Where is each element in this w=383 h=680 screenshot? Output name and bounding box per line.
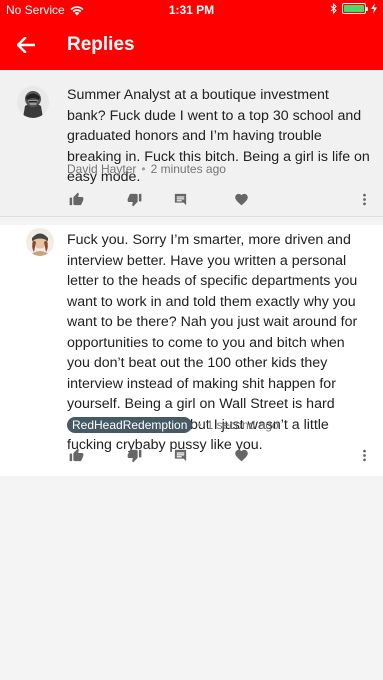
- thumbs-up-icon: [69, 448, 83, 461]
- reply-button[interactable]: [171, 190, 189, 208]
- status-time: 1:31 PM: [168, 3, 215, 17]
- arrow-left-icon: [17, 37, 35, 53]
- more-options-button[interactable]: [355, 190, 373, 208]
- comment-actions: [67, 446, 373, 466]
- charging-bolt-icon: [371, 3, 377, 14]
- battery-icon: [342, 3, 368, 14]
- dislike-button[interactable]: [125, 446, 143, 464]
- dislike-button[interactable]: [125, 190, 143, 208]
- comment-card: Summer Analyst at a boutique investment …: [0, 70, 383, 217]
- reply-comment-icon: [174, 449, 186, 461]
- reply-comment-icon: [174, 193, 186, 205]
- more-options-button[interactable]: [355, 446, 373, 464]
- heart-icon: [234, 449, 248, 461]
- thumbs-up-icon: [69, 192, 83, 205]
- comment-actions: [67, 190, 373, 210]
- avatar[interactable]: [26, 228, 54, 256]
- avatar-image: [26, 228, 54, 256]
- avatar-image: [17, 86, 49, 118]
- like-button[interactable]: [67, 190, 85, 208]
- status-right: [330, 3, 377, 14]
- reply-button[interactable]: [171, 446, 189, 464]
- comment-author-badge[interactable]: RedHeadRedemption: [67, 417, 193, 433]
- like-button[interactable]: [67, 446, 85, 464]
- heart-icon: [234, 193, 248, 205]
- status-bar: No Service 1:31 PM: [0, 0, 383, 20]
- meta-separator: •: [141, 162, 146, 176]
- comment-meta: RedHeadRedemption • 1 second ago: [67, 417, 279, 433]
- thumbs-down-icon: [127, 449, 141, 462]
- heart-button[interactable]: [232, 190, 250, 208]
- comment-author[interactable]: David Hayter: [67, 162, 136, 176]
- comment-time: 1 second ago: [206, 418, 279, 432]
- battery-fill: [344, 5, 364, 12]
- avatar[interactable]: [17, 86, 49, 118]
- app-bar: Replies: [0, 20, 383, 70]
- comment-card: Fuck you. Sorry I’m smarter, more driven…: [0, 225, 383, 476]
- thumbs-down-icon: [127, 193, 141, 206]
- meta-separator: •: [197, 418, 202, 432]
- back-button[interactable]: [12, 31, 40, 59]
- more-vertical-icon: [362, 449, 366, 461]
- bluetooth-icon: [330, 3, 337, 14]
- more-vertical-icon: [362, 193, 366, 205]
- comment-meta: David Hayter • 2 minutes ago: [67, 162, 226, 176]
- heart-button[interactable]: [232, 446, 250, 464]
- page-title: Replies: [67, 34, 135, 55]
- comment-time: 2 minutes ago: [150, 162, 226, 176]
